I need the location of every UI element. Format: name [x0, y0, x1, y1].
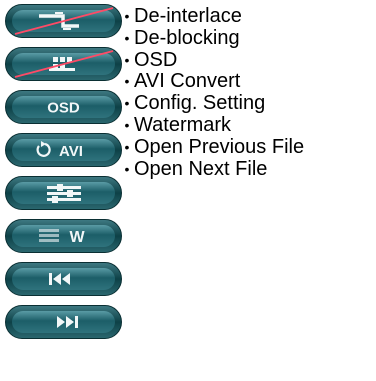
feature-label: De-blocking [134, 26, 240, 49]
config-setting-button[interactable] [5, 176, 122, 210]
feature-item-config-setting: • Config. Setting [120, 92, 304, 115]
config-setting-icon [5, 176, 122, 210]
open-next-file-button[interactable] [5, 305, 122, 339]
button-column: OSD AVI W [0, 0, 125, 381]
bullet: • [124, 8, 130, 24]
feature-label: Open Next File [134, 157, 268, 180]
osd-icon: OSD [5, 90, 122, 124]
de-interlace-icon [5, 4, 122, 38]
feature-label: OSD [134, 48, 178, 71]
de-blocking-button[interactable] [5, 47, 122, 81]
feature-list: • De-interlace • De-blocking • OSD • AVI Con… [120, 5, 305, 181]
bullet: • [124, 116, 130, 133]
feature-label: Config. Setting [134, 92, 266, 115]
feature-item-avi-convert: • AVI Convert [120, 71, 304, 93]
feature-label: Watermark [134, 113, 232, 136]
feature-item-watermark: • Watermark [120, 113, 304, 137]
watermark-button[interactable]: W [5, 219, 122, 253]
bullet: • [124, 51, 130, 68]
feature-item-de-interlace: • De-interlace [120, 5, 304, 28]
feature-label: Open Previous File [134, 135, 305, 158]
watermark-icon: W [5, 219, 122, 253]
open-previous-file-button[interactable] [5, 262, 122, 296]
feature-item-open-previous-file: • Open Previous File [120, 135, 305, 159]
de-interlace-button[interactable] [5, 4, 122, 38]
feature-item-open-next-file: • Open Next File [120, 157, 304, 181]
feature-item-de-blocking: • De-blocking [120, 26, 304, 50]
previous-file-icon [5, 262, 122, 296]
feature-item-osd: • OSD [120, 48, 304, 72]
osd-button[interactable]: OSD [5, 90, 122, 124]
avi-convert-button-label: AVI [59, 143, 83, 160]
avi-convert-icon: AVI [5, 133, 122, 167]
feature-label: De-interlace [134, 5, 242, 27]
osd-button-label: OSD [47, 100, 80, 117]
bullet: • [124, 95, 130, 112]
bullet: • [124, 138, 130, 155]
avi-convert-button[interactable]: AVI [5, 133, 122, 167]
bullet: • [124, 73, 130, 90]
next-file-icon [5, 305, 122, 339]
de-blocking-icon [5, 47, 122, 81]
bullet: • [124, 160, 130, 177]
watermark-button-label: W [69, 229, 85, 246]
feature-label: AVI Convert [134, 70, 241, 93]
bullet: • [124, 29, 130, 46]
